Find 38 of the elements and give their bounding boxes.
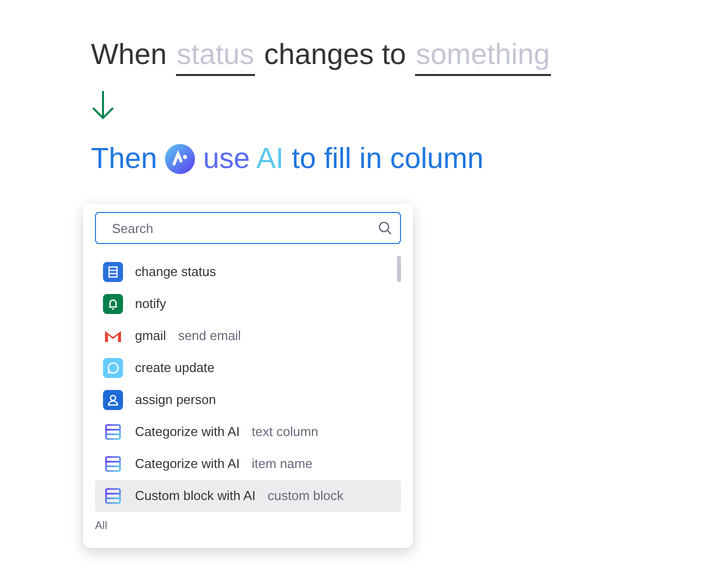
item-detail: send email [178, 327, 241, 346]
item-detail: custom block [268, 487, 344, 506]
item-label: change status [135, 263, 216, 282]
item-label: create update [135, 359, 215, 378]
column-icon [103, 422, 123, 442]
bell-icon [103, 294, 123, 314]
down-arrow-icon [91, 90, 115, 120]
scrollbar[interactable] [397, 256, 401, 282]
column-icon [103, 454, 123, 474]
menu-item[interactable]: create update [95, 352, 401, 384]
section-heading: All [95, 519, 108, 532]
action-text: Then [91, 142, 158, 176]
action-text: to fill in column [292, 142, 484, 176]
person-icon [103, 390, 123, 410]
item-label: Categorize with AI [135, 423, 240, 442]
ai-action-link[interactable]: use AI [203, 138, 284, 181]
item-label: Custom block with AI [135, 487, 256, 506]
column-icon [103, 486, 123, 506]
menu-item[interactable]: notify [95, 288, 401, 320]
item-label: notify [135, 295, 166, 314]
search-icon [378, 221, 392, 235]
menu-item[interactable]: change status [95, 256, 401, 288]
status-icon [103, 262, 123, 282]
chat-icon [103, 358, 123, 378]
menu-item[interactable]: gmail send email [95, 320, 401, 352]
sentence-text: changes to [264, 38, 406, 73]
item-detail: item name [252, 455, 312, 474]
search-field[interactable]: Search [95, 212, 401, 244]
item-label: Categorize with AI [135, 455, 240, 474]
sentence-text: When [91, 38, 167, 73]
menu-item[interactable]: Custom block with AI custom block [95, 480, 401, 512]
menu-item[interactable]: Categorize with AI text column [95, 416, 401, 448]
ai-logo-icon [165, 144, 196, 174]
item-label: assign person [135, 391, 216, 410]
menu-item[interactable]: assign person [95, 384, 401, 416]
item-label: gmail [135, 327, 166, 346]
menu-item[interactable]: Categorize with AI item name [95, 448, 401, 480]
item-detail: text column [252, 423, 318, 442]
